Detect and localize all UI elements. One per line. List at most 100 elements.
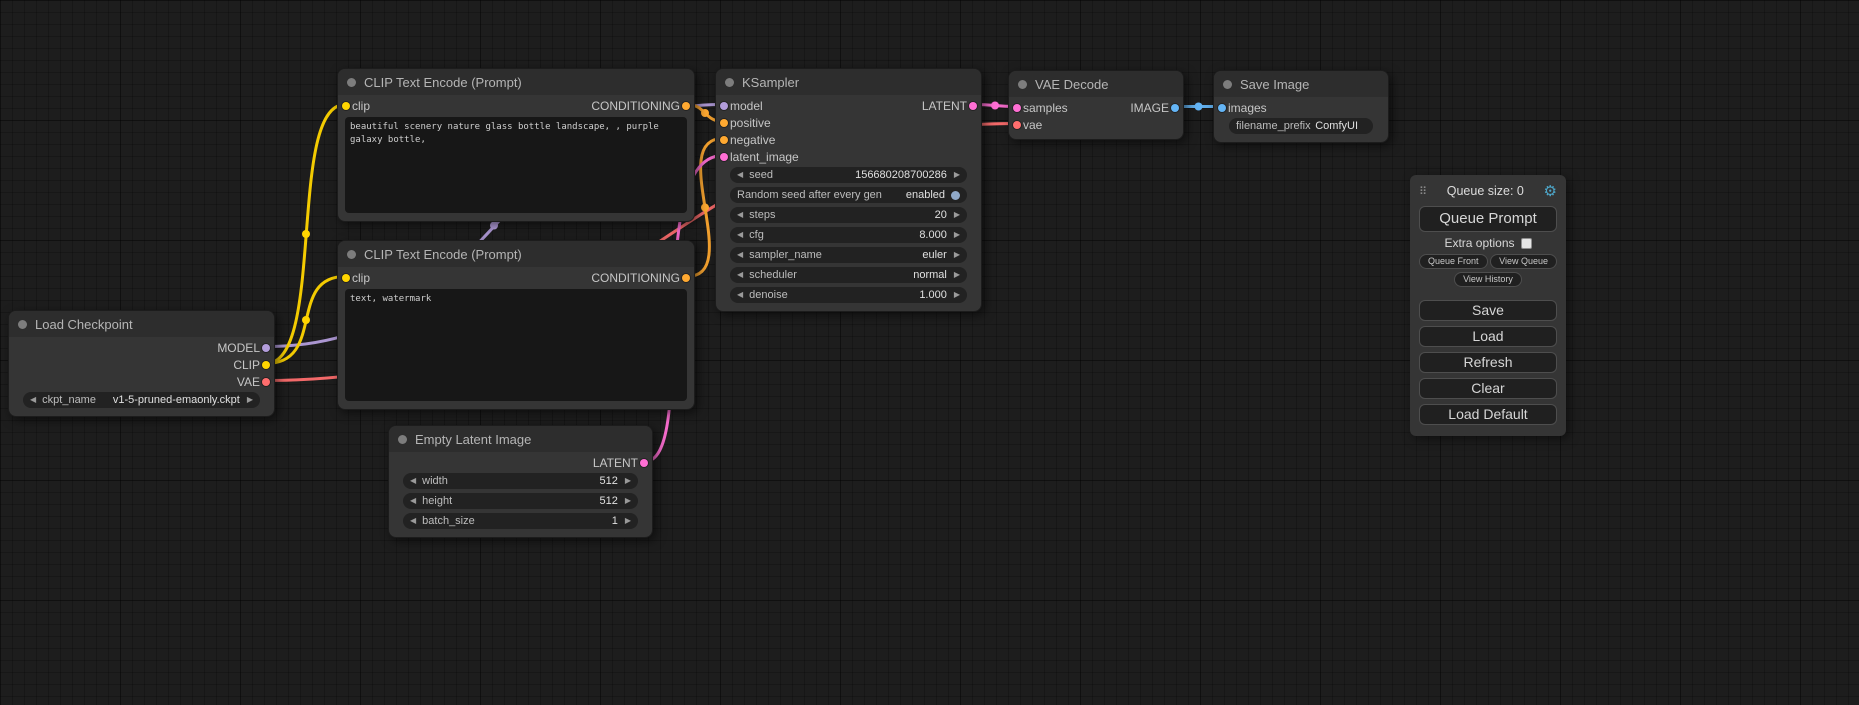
input-socket-model[interactable] xyxy=(720,102,728,110)
link-dot-image xyxy=(1195,103,1203,111)
increment-arrow-icon[interactable]: ▶ xyxy=(954,251,960,259)
queue-front-button[interactable]: Queue Front xyxy=(1419,254,1488,269)
node-title-bar[interactable]: CLIP Text Encode (Prompt) xyxy=(338,241,694,267)
output-socket-latent[interactable] xyxy=(640,459,648,467)
decrement-arrow-icon[interactable]: ◀ xyxy=(30,396,36,404)
widget-height[interactable]: ◀ height 512 ▶ xyxy=(403,493,638,509)
save-button[interactable]: Save xyxy=(1419,300,1557,321)
node-title-bar[interactable]: Save Image xyxy=(1214,71,1388,97)
decrement-arrow-icon[interactable]: ◀ xyxy=(737,211,743,219)
widget-filename-prefix[interactable]: filename_prefix ComfyUI xyxy=(1229,118,1373,134)
prompt-textarea[interactable]: beautiful scenery nature glass bottle la… xyxy=(345,117,687,213)
collapse-dot-icon[interactable] xyxy=(347,250,356,259)
increment-arrow-icon[interactable]: ▶ xyxy=(954,291,960,299)
node-clip-text-encode-negative[interactable]: CLIP Text Encode (Prompt) clip CONDITION… xyxy=(337,240,695,410)
decrement-arrow-icon[interactable]: ◀ xyxy=(410,477,416,485)
decrement-arrow-icon[interactable]: ◀ xyxy=(737,231,743,239)
widget-cfg[interactable]: ◀ cfg 8.000 ▶ xyxy=(730,227,967,243)
input-label-samples: samples xyxy=(1023,101,1068,115)
widget-scheduler[interactable]: ◀ scheduler normal ▶ xyxy=(730,267,967,283)
node-title-bar[interactable]: CLIP Text Encode (Prompt) xyxy=(338,69,694,95)
input-socket-clip[interactable] xyxy=(342,102,350,110)
input-socket-samples[interactable] xyxy=(1013,104,1021,112)
node-title-bar[interactable]: Load Checkpoint xyxy=(9,311,274,337)
widget-ckpt-name[interactable]: ◀ ckpt_name v1-5-pruned-emaonly.ckpt ▶ xyxy=(23,392,260,408)
node-vae-decode[interactable]: VAE Decode samples IMAGE vae xyxy=(1008,70,1184,140)
output-socket-vae[interactable] xyxy=(262,378,270,386)
node-load-checkpoint[interactable]: Load Checkpoint MODEL CLIP VAE ◀ ckpt_na… xyxy=(8,310,275,417)
node-graph-canvas[interactable]: Load Checkpoint MODEL CLIP VAE ◀ ckpt_na… xyxy=(0,0,1859,705)
input-socket-negative[interactable] xyxy=(720,136,728,144)
view-history-button[interactable]: View History xyxy=(1454,272,1522,287)
decrement-arrow-icon[interactable]: ◀ xyxy=(737,251,743,259)
input-socket-clip[interactable] xyxy=(342,274,350,282)
queue-prompt-button[interactable]: Queue Prompt xyxy=(1419,206,1557,232)
view-queue-button[interactable]: View Queue xyxy=(1490,254,1557,269)
widget-seed[interactable]: ◀ seed 156680208700286 ▶ xyxy=(730,167,967,183)
decrement-arrow-icon[interactable]: ◀ xyxy=(737,271,743,279)
node-title-bar[interactable]: KSampler xyxy=(716,69,981,95)
collapse-dot-icon[interactable] xyxy=(725,78,734,87)
output-socket-image[interactable] xyxy=(1171,104,1179,112)
decrement-arrow-icon[interactable]: ◀ xyxy=(410,497,416,505)
widget-random-seed-toggle[interactable]: Random seed after every gen enabled xyxy=(730,187,967,203)
node-title-bar[interactable]: VAE Decode xyxy=(1009,71,1183,97)
output-socket-clip[interactable] xyxy=(262,361,270,369)
input-label-clip: clip xyxy=(352,271,370,285)
collapse-dot-icon[interactable] xyxy=(1223,80,1232,89)
load-button[interactable]: Load xyxy=(1419,326,1557,347)
widget-width[interactable]: ◀ width 512 ▶ xyxy=(403,473,638,489)
input-socket-vae[interactable] xyxy=(1013,121,1021,129)
drag-handle-icon[interactable]: ⠿ xyxy=(1419,185,1427,198)
decrement-arrow-icon[interactable]: ◀ xyxy=(737,171,743,179)
node-title: KSampler xyxy=(742,75,799,90)
increment-arrow-icon[interactable]: ▶ xyxy=(954,211,960,219)
clear-button[interactable]: Clear xyxy=(1419,378,1557,399)
increment-arrow-icon[interactable]: ▶ xyxy=(625,497,631,505)
input-socket-images[interactable] xyxy=(1218,104,1226,112)
load-default-button[interactable]: Load Default xyxy=(1419,404,1557,425)
increment-arrow-icon[interactable]: ▶ xyxy=(247,396,253,404)
collapse-dot-icon[interactable] xyxy=(398,435,407,444)
increment-arrow-icon[interactable]: ▶ xyxy=(625,477,631,485)
settings-gear-icon[interactable]: ⚙ xyxy=(1544,184,1557,199)
node-clip-text-encode-positive[interactable]: CLIP Text Encode (Prompt) clip CONDITION… xyxy=(337,68,695,222)
node-ksampler[interactable]: KSampler model LATENT positive negative … xyxy=(715,68,982,312)
link-clip-negative xyxy=(266,277,345,364)
prompt-textarea[interactable]: text, watermark xyxy=(345,289,687,401)
decrement-arrow-icon[interactable]: ◀ xyxy=(737,291,743,299)
node-empty-latent-image[interactable]: Empty Latent Image LATENT ◀ width 512 ▶ … xyxy=(388,425,653,538)
increment-arrow-icon[interactable]: ▶ xyxy=(625,517,631,525)
widget-sampler-name[interactable]: ◀ sampler_name euler ▶ xyxy=(730,247,967,263)
collapse-dot-icon[interactable] xyxy=(1018,80,1027,89)
node-title-bar[interactable]: Empty Latent Image xyxy=(389,426,652,452)
widget-value: 8.000 xyxy=(919,229,947,241)
input-label-latent-image: latent_image xyxy=(730,150,799,164)
output-socket-latent[interactable] xyxy=(969,102,977,110)
increment-arrow-icon[interactable]: ▶ xyxy=(954,171,960,179)
input-socket-latent-image[interactable] xyxy=(720,153,728,161)
output-socket-conditioning[interactable] xyxy=(682,102,690,110)
increment-arrow-icon[interactable]: ▶ xyxy=(954,231,960,239)
comfy-menu[interactable]: ⠿ Queue size: 0 ⚙ Queue Prompt Extra opt… xyxy=(1410,175,1566,436)
widget-label: denoise xyxy=(749,289,788,301)
toggle-knob-icon[interactable] xyxy=(951,191,960,200)
collapse-dot-icon[interactable] xyxy=(347,78,356,87)
output-socket-model[interactable] xyxy=(262,344,270,352)
output-socket-conditioning[interactable] xyxy=(682,274,690,282)
widget-denoise[interactable]: ◀ denoise 1.000 ▶ xyxy=(730,287,967,303)
widget-batch-size[interactable]: ◀ batch_size 1 ▶ xyxy=(403,513,638,529)
widget-label: cfg xyxy=(749,229,764,241)
decrement-arrow-icon[interactable]: ◀ xyxy=(410,517,416,525)
increment-arrow-icon[interactable]: ▶ xyxy=(954,271,960,279)
refresh-button[interactable]: Refresh xyxy=(1419,352,1557,373)
link-dot-conditioning-negative xyxy=(701,204,709,212)
widget-steps[interactable]: ◀ steps 20 ▶ xyxy=(730,207,967,223)
collapse-dot-icon[interactable] xyxy=(18,320,27,329)
slot-row: clip CONDITIONING xyxy=(338,269,694,286)
node-save-image[interactable]: Save Image images filename_prefix ComfyU… xyxy=(1213,70,1389,143)
input-socket-positive[interactable] xyxy=(720,119,728,127)
extra-options-checkbox[interactable] xyxy=(1521,238,1532,249)
widget-label: width xyxy=(422,475,448,487)
widget-label: batch_size xyxy=(422,515,475,527)
